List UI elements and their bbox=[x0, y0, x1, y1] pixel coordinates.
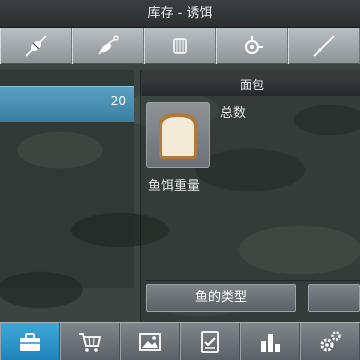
divider bbox=[146, 280, 360, 281]
bait-weight-label: 鱼饵重量 bbox=[148, 179, 201, 194]
category-tabs bbox=[0, 28, 360, 64]
toolbox-icon bbox=[20, 333, 40, 351]
bottom-nav bbox=[0, 322, 360, 360]
bread-icon bbox=[158, 113, 198, 159]
nav-settings[interactable] bbox=[300, 323, 360, 360]
nav-gallery[interactable] bbox=[120, 323, 180, 360]
bar-chart-icon bbox=[261, 334, 280, 352]
bobber-icon bbox=[25, 35, 47, 57]
item-image bbox=[146, 102, 210, 168]
tab-reels[interactable] bbox=[216, 28, 288, 64]
window-title: 库存 - 诱饵 bbox=[0, 0, 360, 28]
tab-lures[interactable] bbox=[72, 28, 144, 64]
picture-icon bbox=[139, 333, 161, 351]
fishing-rod-icon bbox=[313, 35, 335, 57]
total-label: 总数 bbox=[220, 106, 247, 121]
tab-bobbers[interactable] bbox=[0, 28, 72, 64]
nav-tasks[interactable] bbox=[180, 323, 240, 360]
settings-gears-icon bbox=[320, 331, 341, 352]
shopping-cart-icon bbox=[79, 333, 102, 352]
nav-inventory[interactable] bbox=[0, 323, 60, 360]
secondary-button[interactable] bbox=[308, 284, 360, 312]
item-count: 20 bbox=[110, 94, 126, 108]
bait-list: 20 bbox=[0, 70, 134, 288]
nav-shop[interactable] bbox=[60, 323, 120, 360]
list-item-bread[interactable]: 20 bbox=[0, 86, 134, 122]
nav-stats[interactable] bbox=[240, 323, 300, 360]
tab-rods[interactable] bbox=[288, 28, 360, 64]
fishing-line-icon bbox=[173, 38, 187, 54]
detail-title: 面包 bbox=[142, 74, 360, 96]
spinner-lure-icon bbox=[98, 35, 119, 55]
reel-icon bbox=[245, 36, 263, 54]
checklist-icon bbox=[201, 331, 219, 353]
tab-lines[interactable] bbox=[144, 28, 216, 64]
fish-type-button[interactable]: 鱼的类型 bbox=[146, 284, 296, 312]
